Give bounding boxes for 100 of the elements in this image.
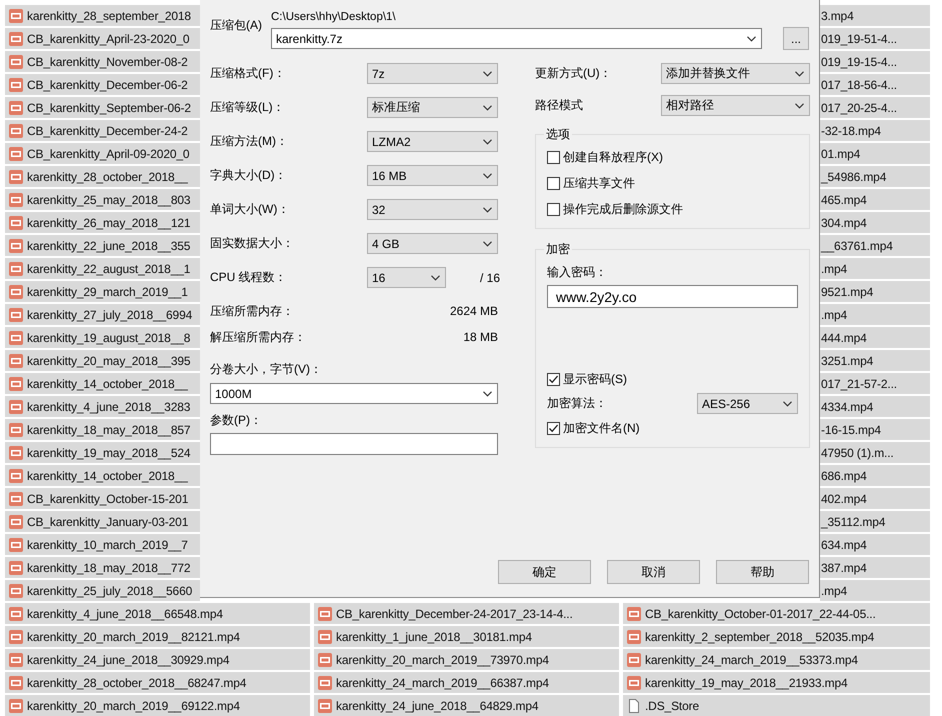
file-item[interactable]: karenkitty_4_june_2018__3283 [5, 396, 200, 417]
file-item[interactable]: karenkitty_22_june_2018__355 [5, 235, 200, 256]
file-item[interactable]: _54986.mp4 [820, 166, 930, 187]
file-item[interactable]: .DS_Store [623, 695, 930, 716]
file-item[interactable]: 017_21-57-2... [820, 373, 930, 394]
file-item[interactable]: karenkitty_20_march_2019__82121.mp4 [5, 626, 310, 647]
file-name: .mp4 [821, 262, 848, 276]
file-item[interactable]: 444.mp4 [820, 327, 930, 348]
file-item[interactable]: CB_karenkitty_September-06-2 [5, 97, 200, 118]
file-item[interactable]: __63761.mp4 [820, 235, 930, 256]
file-name: karenkitty_20_march_2019__82121.mp4 [27, 630, 240, 644]
file-item[interactable]: karenkitty_19_may_2018__21933.mp4 [623, 672, 930, 693]
file-item[interactable]: karenkitty_28_september_2018 [5, 5, 200, 26]
file-item[interactable]: 3251.mp4 [820, 350, 930, 371]
file-item[interactable]: karenkitty_20_may_2018__395 [5, 350, 200, 371]
video-file-icon [8, 606, 24, 622]
file-item[interactable]: karenkitty_24_march_2019__53373.mp4 [623, 649, 930, 670]
file-item[interactable]: CB_karenkitty_April-23-2020_0 [5, 28, 200, 49]
video-file-icon [8, 30, 24, 46]
file-item[interactable]: karenkitty_24_march_2019__66387.mp4 [314, 672, 619, 693]
checkbox[interactable]: 操作完成后删除源文件 [547, 200, 798, 218]
file-item[interactable]: CB_karenkitty_April-09-2020_0 [5, 143, 200, 164]
dropdown[interactable]: 标准压缩 [367, 97, 498, 118]
file-item[interactable]: karenkitty_10_march_2019__7 [5, 534, 200, 555]
password-field[interactable]: www.2y2y.co [547, 285, 798, 308]
dropdown[interactable]: 添加并替换文件 [661, 63, 810, 84]
file-item[interactable]: karenkitty_20_march_2019__73970.mp4 [314, 649, 619, 670]
file-item[interactable]: .mp4 [820, 258, 930, 279]
dropdown[interactable]: 相对路径 [661, 95, 810, 116]
file-item[interactable]: 465.mp4 [820, 189, 930, 210]
file-item[interactable]: karenkitty_19_may_2018__524 [5, 442, 200, 463]
file-item[interactable]: karenkitty_14_october_2018__ [5, 373, 200, 394]
file-item[interactable]: karenkitty_4_june_2018__66548.mp4 [5, 603, 310, 624]
file-item[interactable]: 019_19-15-4... [820, 51, 930, 72]
dialog-button[interactable]: 帮助 [716, 560, 809, 584]
file-item[interactable]: 01.mp4 [820, 143, 930, 164]
file-item[interactable]: karenkitty_1_june_2018__30181.mp4 [314, 626, 619, 647]
dropdown[interactable]: 16 MB [367, 165, 498, 186]
file-item[interactable]: karenkitty_25_may_2018__803 [5, 189, 200, 210]
video-file-icon [626, 606, 642, 622]
file-item[interactable]: karenkitty_27_july_2018__6994 [5, 304, 200, 325]
file-item[interactable]: karenkitty_2_september_2018__52035.mp4 [623, 626, 930, 647]
file-item[interactable]: CB_karenkitty_January-03-201 [5, 511, 200, 532]
file-item[interactable]: CB_karenkitty_December-06-2 [5, 74, 200, 95]
file-item[interactable]: 9521.mp4 [820, 281, 930, 302]
checkbox[interactable]: 压缩共享文件 [547, 174, 798, 192]
checkbox[interactable]: 创建自释放程序(X) [547, 148, 798, 166]
file-item[interactable]: karenkitty_28_october_2018__ [5, 166, 200, 187]
file-item[interactable]: 3.mp4 [820, 5, 930, 26]
dropdown[interactable]: 7z [367, 63, 498, 84]
file-item[interactable]: 402.mp4 [820, 488, 930, 509]
file-item[interactable]: karenkitty_28_october_2018__68247.mp4 [5, 672, 310, 693]
dialog-button[interactable]: 取消 [607, 560, 700, 584]
file-item[interactable]: 017_18-56-4... [820, 74, 930, 95]
file-item[interactable]: karenkitty_29_march_2019__1 [5, 281, 200, 302]
file-item[interactable]: karenkitty_26_may_2018__121 [5, 212, 200, 233]
file-item[interactable]: 019_19-51-4... [820, 28, 930, 49]
file-item[interactable]: -32-18.mp4 [820, 120, 930, 141]
file-item[interactable]: -16-15.mp4 [820, 419, 930, 440]
checkbox[interactable]: 显示密码(S) [547, 370, 798, 388]
video-file-icon [8, 514, 24, 530]
file-item[interactable]: karenkitty_24_june_2018__30929.mp4 [5, 649, 310, 670]
file-item[interactable]: karenkitty_20_march_2019__69122.mp4 [5, 695, 310, 716]
file-item[interactable]: 017_20-25-4... [820, 97, 930, 118]
file-item[interactable]: 634.mp4 [820, 534, 930, 555]
file-item[interactable]: 686.mp4 [820, 465, 930, 486]
dialog-button[interactable]: 确定 [498, 560, 591, 584]
file-item[interactable]: karenkitty_24_june_2018__64829.mp4 [314, 695, 619, 716]
file-item[interactable]: karenkitty_22_august_2018__1 [5, 258, 200, 279]
file-item[interactable]: karenkitty_19_august_2018__8 [5, 327, 200, 348]
file-item[interactable]: CB_karenkitty_October-01-2017_22-44-05... [623, 603, 930, 624]
file-item[interactable]: 387.mp4 [820, 557, 930, 578]
file-item[interactable]: karenkitty_18_may_2018__857 [5, 419, 200, 440]
file-item[interactable]: 47950 (1).m... [820, 442, 930, 463]
dropdown[interactable]: 16 [367, 267, 446, 288]
dropdown[interactable]: AES-256 [697, 393, 798, 414]
dropdown[interactable]: karenkitty.7z [271, 28, 762, 49]
checkbox[interactable]: 加密文件名(N) [547, 419, 798, 437]
dropdown[interactable]: 32 [367, 199, 498, 220]
file-item[interactable]: 4334.mp4 [820, 396, 930, 417]
dropdown[interactable]: 1000M [210, 383, 498, 404]
dropdown[interactable]: 4 GB [367, 233, 498, 254]
file-item[interactable]: karenkitty_18_may_2018__772 [5, 557, 200, 578]
parameters-field[interactable] [210, 433, 498, 455]
video-file-icon [8, 76, 24, 92]
file-item[interactable]: karenkitty_25_july_2018__5660 [5, 580, 200, 601]
file-item[interactable]: karenkitty_14_october_2018__ [5, 465, 200, 486]
file-item[interactable]: CB_karenkitty_October-15-201 [5, 488, 200, 509]
file-item[interactable]: CB_karenkitty_November-08-2 [5, 51, 200, 72]
video-file-icon [626, 674, 642, 690]
chevron-down-icon [483, 70, 492, 76]
file-item[interactable]: 304.mp4 [820, 212, 930, 233]
file-item[interactable]: .mp4 [820, 580, 930, 601]
dropdown[interactable]: LZMA2 [367, 131, 498, 152]
file-item[interactable]: CB_karenkitty_December-24-2 [5, 120, 200, 141]
file-item[interactable]: .mp4 [820, 304, 930, 325]
file-name: karenkitty_29_march_2019__1 [27, 284, 188, 298]
browse-button[interactable]: ... [783, 27, 809, 50]
file-item[interactable]: CB_karenkitty_December-24-2017_23-14-4... [314, 603, 619, 624]
file-item[interactable]: _35112.mp4 [820, 511, 930, 532]
